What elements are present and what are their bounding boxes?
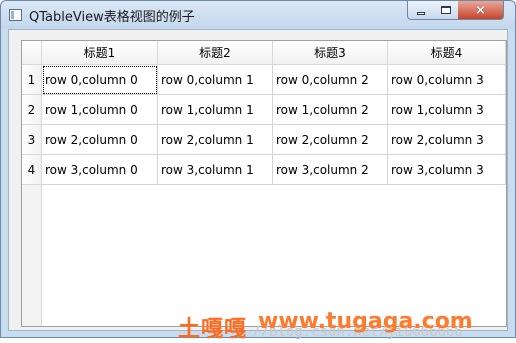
table-cell[interactable]: row 1,column 3	[388, 95, 506, 125]
column-header-3[interactable]: 标题3	[273, 41, 388, 65]
table-cell[interactable]: row 2,column 1	[158, 125, 273, 155]
table-cell[interactable]: row 2,column 3	[388, 125, 506, 155]
table-cell[interactable]: row 1,column 0	[42, 95, 158, 125]
close-button[interactable]: ×	[458, 1, 504, 20]
table-cell[interactable]: row 0,column 2	[273, 65, 388, 95]
table-cell[interactable]: row 0,column 1	[158, 65, 273, 95]
row-header-4[interactable]: 4	[22, 155, 42, 185]
close-icon: ×	[475, 2, 486, 18]
table-cell[interactable]: row 1,column 1	[158, 95, 273, 125]
table-cell[interactable]: row 3,column 0	[42, 155, 158, 185]
maximize-icon	[440, 6, 451, 14]
column-header-2[interactable]: 标题2	[158, 41, 273, 65]
maximize-button[interactable]	[433, 1, 459, 20]
window-title: QTableView表格视图的例子	[29, 10, 195, 25]
table-cell[interactable]: row 0,column 0	[42, 65, 158, 95]
table-cell[interactable]: row 3,column 1	[158, 155, 273, 185]
table-cell[interactable]: row 2,column 0	[42, 125, 158, 155]
window-app-icon[interactable]	[9, 9, 22, 21]
watermark-site: www.tugaga.com	[258, 309, 473, 334]
watermark-site-wrap: www.tugaga.com	[258, 309, 473, 334]
column-header-4[interactable]: 标题4	[388, 41, 506, 65]
minimize-icon	[416, 11, 425, 15]
table-corner-button[interactable]	[22, 41, 42, 65]
watermark-logo: 土嘎嘎	[178, 317, 248, 342]
row-header-3[interactable]: 3	[22, 125, 42, 155]
row-header-2[interactable]: 2	[22, 95, 42, 125]
row-header-1[interactable]: 1	[22, 65, 42, 95]
table-cell[interactable]: row 2,column 2	[273, 125, 388, 155]
client-area: 标题1 标题2 标题3 标题4 1 2 3 4 row 0,column 0 r…	[8, 29, 508, 331]
table-cell[interactable]: row 3,column 3	[388, 155, 506, 185]
table-cell[interactable]: row 3,column 2	[273, 155, 388, 185]
minimize-button[interactable]	[407, 1, 434, 20]
table-cell[interactable]: row 0,column 3	[388, 65, 506, 95]
table-view[interactable]: 标题1 标题2 标题3 标题4 1 2 3 4 row 0,column 0 r…	[21, 40, 507, 327]
table-cell[interactable]: row 1,column 2	[273, 95, 388, 125]
column-header-1[interactable]: 标题1	[42, 41, 158, 65]
app-window: QTableView表格视图的例子 × 标题1 标题2 标题3 标题4 1 2 …	[0, 0, 516, 338]
